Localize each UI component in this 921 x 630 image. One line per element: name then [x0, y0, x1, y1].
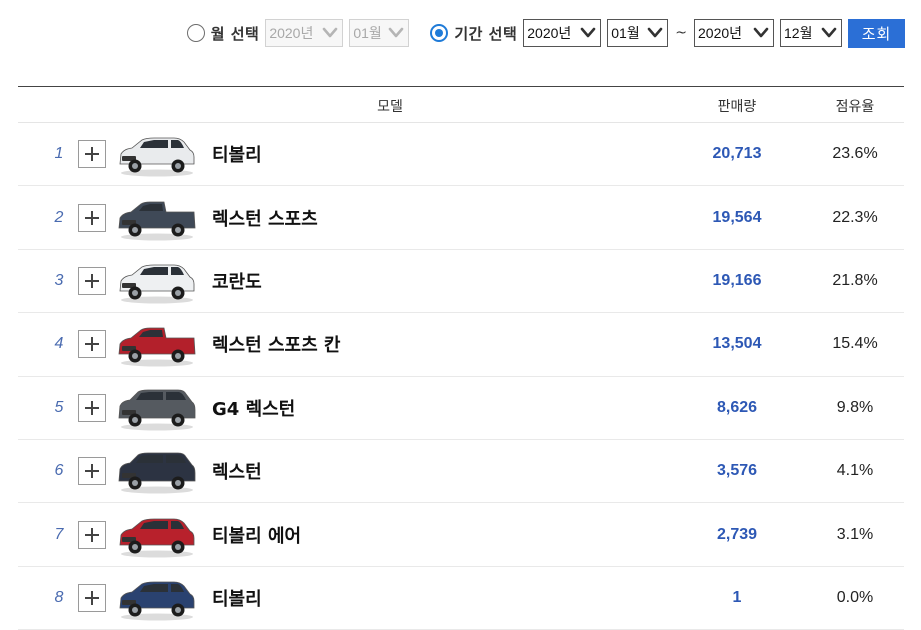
car-image: [118, 327, 196, 367]
month-select-label: 월 선택: [210, 24, 260, 43]
range-separator: ~: [675, 25, 687, 41]
start-year-value: 2020년: [527, 25, 572, 41]
model-name-link[interactable]: 티볼리: [212, 585, 262, 611]
expand-button[interactable]: [78, 457, 106, 486]
chevron-down-icon: [753, 27, 769, 38]
model-name-link[interactable]: 렉스턴 스포츠 칸: [212, 331, 340, 357]
month-select-option[interactable]: 월 선택: [186, 23, 260, 44]
market-share: 23.6%: [832, 145, 878, 163]
chevron-down-icon: [821, 27, 837, 38]
end-month-value: 12월: [784, 25, 813, 41]
chevron-down-icon: [389, 27, 404, 38]
car-image: [119, 264, 195, 304]
table-row: 7 티볼리 에어 2,739 3.1%: [18, 503, 904, 567]
header-model: 모델: [377, 99, 403, 115]
period-select-radio[interactable]: [430, 24, 449, 42]
month-select-radio[interactable]: [186, 24, 205, 42]
expand-button[interactable]: [78, 583, 106, 612]
month-year-value: 2020년: [269, 25, 314, 41]
car-image: [118, 389, 196, 431]
period-select-option[interactable]: 기간 선택: [430, 23, 517, 44]
model-name-link[interactable]: 렉스턴: [212, 458, 262, 484]
sales-count: 3,576: [716, 462, 758, 480]
expand-button[interactable]: [78, 203, 106, 232]
sales-count: 20,713: [712, 145, 762, 163]
plus-icon: [85, 337, 99, 352]
sales-table: 모델 판매량 점유율 1 티볼리 20,713 23.6% 2 렉스턴 스포츠 …: [18, 86, 904, 630]
market-share: 3.1%: [836, 525, 874, 543]
month-month-select: 01월: [349, 19, 410, 47]
expand-button[interactable]: [78, 393, 106, 422]
market-share: 4.1%: [836, 462, 874, 480]
expand-button[interactable]: [78, 140, 106, 169]
model-name-link[interactable]: 코란도: [212, 268, 262, 294]
start-year-select[interactable]: 2020년: [523, 19, 602, 47]
model-name-link[interactable]: 티볼리 에어: [212, 522, 301, 548]
plus-icon: [85, 590, 99, 605]
car-image: [119, 518, 195, 558]
header-sales: 판매량: [717, 99, 757, 115]
table-row: 8 티볼리 1 0.0%: [18, 567, 904, 630]
period-filter-bar: 월 선택 2020년 01월 기간 선택 2020년 01월 ~ 2020년 1…: [186, 17, 905, 49]
plus-icon: [85, 464, 99, 479]
table-row: 3 코란도 19,166 21.8%: [18, 250, 904, 314]
table-row: 1 티볼리 20,713 23.6%: [18, 123, 904, 187]
sales-count: 1: [732, 588, 742, 606]
car-image: [119, 581, 195, 621]
plus-icon: [85, 273, 99, 288]
car-image: [119, 137, 195, 177]
rank-number: 6: [54, 462, 64, 480]
sales-count: 13,504: [712, 335, 762, 353]
table-row: 2 렉스턴 스포츠 19,564 22.3%: [18, 186, 904, 250]
rank-number: 3: [54, 271, 64, 289]
end-month-select[interactable]: 12월: [780, 19, 842, 47]
sales-count: 19,166: [712, 271, 762, 289]
month-year-select: 2020년: [265, 19, 344, 47]
rank-number: 7: [54, 525, 64, 543]
chevron-down-icon: [323, 27, 338, 38]
table-row: 4 렉스턴 스포츠 칸 13,504 15.4%: [18, 313, 904, 377]
chevron-down-icon: [580, 27, 596, 38]
plus-icon: [85, 147, 99, 162]
rank-number: 4: [54, 335, 64, 353]
market-share: 0.0%: [836, 588, 874, 606]
plus-icon: [85, 527, 99, 542]
car-image: [118, 201, 196, 241]
chevron-down-icon: [647, 27, 663, 38]
month-month-value: 01월: [353, 25, 382, 41]
model-name-link[interactable]: 티볼리: [212, 141, 262, 167]
search-button[interactable]: 조회: [848, 18, 905, 48]
end-year-value: 2020년: [698, 25, 743, 41]
rank-number: 2: [54, 208, 64, 226]
market-share: 22.3%: [832, 208, 878, 226]
table-body: 1 티볼리 20,713 23.6% 2 렉스턴 스포츠 19,564 22.3…: [18, 123, 904, 630]
car-image: [118, 452, 196, 494]
plus-icon: [85, 400, 99, 415]
expand-button[interactable]: [78, 520, 106, 549]
expand-button[interactable]: [78, 266, 106, 295]
market-share: 21.8%: [832, 271, 878, 289]
sales-count: 19,564: [712, 208, 762, 226]
market-share: 9.8%: [836, 398, 874, 416]
start-month-value: 01월: [611, 25, 640, 41]
rank-number: 5: [54, 398, 64, 416]
period-select-label: 기간 선택: [454, 24, 518, 43]
header-share: 점유율: [835, 99, 875, 115]
model-name-link[interactable]: G4 렉스턴: [212, 395, 295, 421]
market-share: 15.4%: [832, 335, 878, 353]
rank-number: 8: [54, 588, 64, 606]
sales-count: 8,626: [716, 398, 758, 416]
rank-number: 1: [54, 145, 64, 163]
table-row: 6 렉스턴 3,576 4.1%: [18, 440, 904, 504]
expand-button[interactable]: [78, 330, 106, 359]
start-month-select[interactable]: 01월: [607, 19, 669, 47]
model-name-link[interactable]: 렉스턴 스포츠: [212, 205, 318, 231]
plus-icon: [85, 210, 99, 225]
end-year-select[interactable]: 2020년: [694, 19, 774, 47]
table-row: 5 G4 렉스턴 8,626 9.8%: [18, 377, 904, 440]
table-header: 모델 판매량 점유율: [18, 87, 904, 123]
sales-count: 2,739: [716, 525, 758, 543]
